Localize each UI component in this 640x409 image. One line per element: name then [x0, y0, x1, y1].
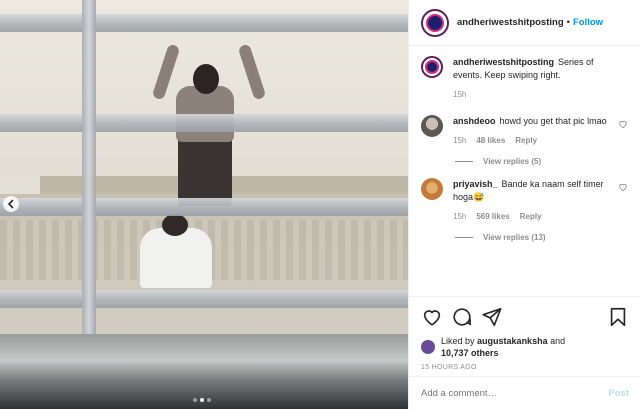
liker-avatar[interactable]	[421, 340, 435, 354]
comment-input[interactable]	[421, 387, 609, 399]
account-avatar[interactable]	[421, 8, 449, 37]
liked-by-and: and	[550, 336, 566, 346]
liked-by-others[interactable]: 10,737 others	[441, 348, 499, 358]
photo-railing	[0, 290, 408, 308]
post-timestamp[interactable]: 15 HOURS AGO	[421, 364, 629, 371]
liked-by-user[interactable]: augustakanksha	[477, 336, 548, 346]
post-actions: Liked by augustakanksha and 10,737 other…	[409, 296, 640, 371]
post-comment-button[interactable]: Post	[608, 388, 629, 399]
comment-likes[interactable]: 48 likes	[476, 134, 505, 147]
comment-item: anshdeoo howd you get that pic lmao 15h 4…	[421, 115, 628, 147]
action-icons	[421, 305, 629, 329]
comment-icon[interactable]	[451, 306, 473, 328]
heart-icon[interactable]	[421, 306, 443, 328]
bookmark-icon[interactable]	[607, 306, 629, 328]
photo-railing	[0, 114, 408, 132]
caption: andheriwestshitposting Series of events. …	[421, 56, 628, 101]
likes-text: Liked by augustakanksha and 10,737 other…	[441, 335, 565, 359]
likes-summary: Liked by augustakanksha and 10,737 other…	[421, 335, 629, 359]
add-comment-bar: Post	[409, 376, 640, 409]
caption-meta: 15h	[453, 88, 614, 101]
carousel-dots	[193, 398, 211, 402]
photo-railing	[0, 198, 408, 216]
photo-railing	[0, 14, 408, 32]
comment-meta: 15h 569 likes Reply	[453, 210, 614, 223]
comment-text: howd you get that pic lmao	[499, 116, 607, 126]
commenter-avatar[interactable]	[421, 115, 443, 137]
comment-like-button[interactable]	[618, 182, 628, 194]
view-replies-button[interactable]: View replies (5)	[455, 157, 628, 166]
comment-time: 15h	[453, 212, 467, 221]
reply-button[interactable]: Reply	[515, 134, 537, 147]
view-replies-label: View replies (13)	[483, 233, 546, 242]
carousel-dot	[207, 398, 211, 402]
chevron-left-icon	[7, 199, 14, 209]
post-side-panel: andheriwestshitposting • Follow andheriw…	[408, 0, 640, 409]
comment-likes[interactable]: 569 likes	[476, 210, 509, 223]
carousel-prev-button[interactable]	[3, 196, 19, 212]
caption-username[interactable]: andheriwestshitposting	[453, 57, 554, 67]
comment-body: priyavish_ Bande ka naam self timer hoga😅…	[453, 178, 628, 223]
account-username[interactable]: andheriwestshitposting	[457, 17, 564, 28]
post-header: andheriwestshitposting • Follow	[409, 0, 640, 46]
liked-by-prefix: Liked by	[441, 336, 475, 346]
reply-button[interactable]: Reply	[520, 210, 542, 223]
comment-username[interactable]: anshdeoo	[453, 116, 496, 126]
photo-railing-post	[82, 0, 96, 334]
comment-meta: 15h 48 likes Reply	[453, 134, 614, 147]
heart-icon	[619, 120, 627, 129]
comment-body: anshdeoo howd you get that pic lmao 15h 4…	[453, 115, 628, 147]
avatar-logo-icon	[425, 60, 439, 74]
comments-list[interactable]: andheriwestshitposting Series of events. …	[409, 46, 640, 294]
heart-icon	[619, 183, 627, 192]
instagram-post-modal: andheriwestshitposting • Follow andheriw…	[0, 0, 640, 409]
comment-like-button[interactable]	[618, 119, 628, 131]
photo-person-head	[193, 64, 219, 94]
photo-person-head	[162, 214, 188, 236]
commenter-avatar[interactable]	[421, 178, 443, 200]
comment-item: priyavish_ Bande ka naam self timer hoga😅…	[421, 178, 628, 223]
comment-time: 15h	[453, 136, 467, 145]
photo-person-crouching	[140, 228, 212, 288]
replies-divider	[455, 237, 473, 238]
caption-body: andheriwestshitposting Series of events. …	[453, 56, 628, 101]
share-icon[interactable]	[481, 306, 503, 328]
comment-username[interactable]: priyavish_	[453, 179, 498, 189]
avatar-logo-icon	[426, 13, 444, 32]
carousel-dot-active	[200, 398, 204, 402]
header-separator: •	[566, 17, 570, 28]
carousel-dot	[193, 398, 197, 402]
view-replies-button[interactable]: View replies (13)	[455, 233, 628, 242]
post-photo[interactable]	[0, 0, 408, 409]
view-replies-label: View replies (5)	[483, 157, 542, 166]
follow-button[interactable]: Follow	[573, 17, 603, 28]
caption-avatar[interactable]	[421, 56, 443, 78]
replies-divider	[455, 161, 473, 162]
caption-time: 15h	[453, 90, 467, 99]
